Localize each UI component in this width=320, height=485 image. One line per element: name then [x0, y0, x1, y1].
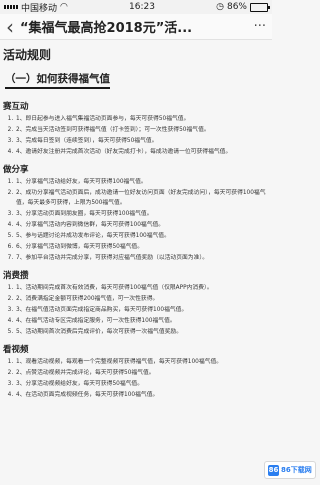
status-bar: 中国移动 ◠ 16:23 ◷ 86% [0, 0, 272, 14]
rule-item: 1、分享福气活动给好友，每天可获得100福气值。 [15, 178, 266, 188]
rule-list: 1、活动期间完成首次有效消费，每天可获得100福气值（仅限APP内消费）。 2、… [3, 284, 266, 338]
section-share: 做分享 1、分享福气活动给好友，每天可获得100福气值。 2、成功分享福气活动页… [3, 163, 266, 264]
carrier-label: 中国移动 [21, 3, 58, 14]
rules-content: 活动规则 （一）如何获得福气值 赛互动 1、即日起参与进入福气集福活动页面参与，… [0, 40, 272, 400]
back-chevron-icon[interactable]: ‹ [6, 17, 14, 37]
rule-item: 5、参与话题讨论并成功发布评论，每天可获得100福气值。 [15, 232, 266, 242]
watermark-logo-icon: 86 [268, 464, 279, 476]
battery-icon [250, 2, 270, 12]
status-left: 中国移动 ◠ [4, 1, 68, 14]
section-title: 看视频 [3, 344, 29, 355]
rule-item: 5、活动期间首次消费后完成评价，每次可获得一次福气值奖励。 [15, 328, 266, 338]
rule-item: 3、完成每日签到（连续签到），每天可获得50福气值。 [15, 137, 266, 147]
rule-item: 4、分享福气活动内容到微信群，每天可获得100福气值。 [15, 221, 266, 231]
rule-item: 1、观看活动视频，每观看一个完整视频可获得福气值，每天可获得100福气值。 [15, 358, 266, 368]
rule-item: 6、分享福气活动到微博，每天可获得50福气值。 [15, 243, 266, 253]
rule-item: 2、消费满指定金额可获得200福气值，可一次性获得。 [15, 295, 266, 305]
battery-percent: 86% [226, 2, 247, 12]
rule-list: 1、即日起参与进入福气集福活动页面参与，每天可获得50福气值。 2、完成当天活动… [3, 115, 266, 158]
section-consume: 消费攒 1、活动期间完成首次有效消费，每天可获得100福气值（仅限APP内消费）… [3, 269, 266, 338]
rule-item: 4、在活动页面完成视频任务，每天可获得100福气值。 [15, 391, 266, 401]
rule-item: 1、活动期间完成首次有效消费，每天可获得100福气值（仅限APP内消费）。 [15, 284, 266, 294]
rule-list: 1、观看活动视频，每观看一个完整视频可获得福气值，每天可获得100福气值。 2、… [3, 358, 266, 401]
signal-icon [4, 5, 18, 9]
rule-item: 3、分享活动页面到朋友圈，每天可获得100福气值。 [15, 210, 266, 220]
section-title: 赛互动 [3, 102, 29, 112]
rules-heading: 活动规则 [3, 48, 52, 62]
site-watermark: 86 86下载网 [264, 461, 316, 479]
status-time: 16:23 [129, 2, 155, 12]
status-right: ◷ 86% [216, 2, 270, 12]
rule-item: 7、参加平台活动并完成分享，可获得对应福气值奖励（以活动页面为准）。 [15, 254, 266, 264]
section-title: 消费攒 [3, 270, 29, 281]
alarm-icon: ◷ [216, 2, 224, 12]
rule-item: 2、点赞活动视频并完成评论，每天可获得50福气值。 [15, 369, 266, 379]
nav-bar: ‹ “集福气最高抢2018元”活... ··· [0, 14, 272, 40]
rule-item: 4、邀请好友注册并完成首次活动（好友完成打卡），每成功邀请一位可获得福气值。 [15, 148, 266, 158]
rule-list: 1、分享福气活动给好友，每天可获得100福气值。 2、成功分享福气活动页面后，成… [3, 178, 266, 264]
rule-item: 3、在福气值活动页面完成指定商品购买，每天可获得100福气值。 [15, 306, 266, 316]
rule-item: 2、完成当天活动签到可获得福气值（打卡签到）；可一次性获得50福气值。 [15, 126, 266, 136]
section-title: 做分享 [3, 164, 29, 175]
watermark-text: 86下载网 [281, 466, 312, 474]
sub-heading: （一）如何获得福气值 [5, 71, 110, 89]
wifi-icon: ◠ [60, 2, 68, 12]
rule-item: 2、成功分享福气活动页面后，成功邀请一位好友访问页面（好友完成访问），每天可获得… [15, 189, 266, 208]
more-menu-icon[interactable]: ··· [254, 19, 266, 34]
rule-item: 4、在福气活动专区完成指定服务，可一次性获得100福气值。 [15, 317, 266, 327]
section-video: 看视频 1、观看活动视频，每观看一个完整视频可获得福气值，每天可获得100福气值… [3, 343, 266, 401]
page-title: “集福气最高抢2018元”活... [20, 21, 193, 36]
rule-item: 1、即日起参与进入福气集福活动页面参与，每天可获得50福气值。 [15, 115, 266, 125]
rule-item: 3、分享活动视频给好友，每天可获得50福气值。 [15, 380, 266, 390]
section-interaction: 赛互动 1、即日起参与进入福气集福活动页面参与，每天可获得50福气值。 2、完成… [3, 100, 266, 158]
